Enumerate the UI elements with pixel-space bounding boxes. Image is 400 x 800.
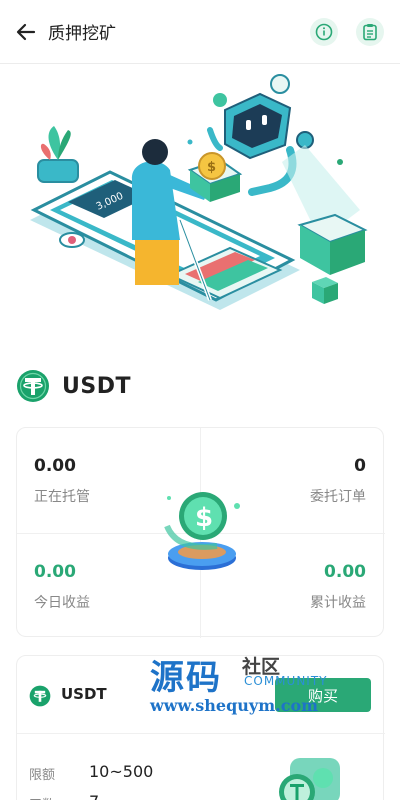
stat-total-earnings: 0.00 累计收益 [310, 562, 366, 612]
divider [17, 733, 385, 734]
top-bar: 质押挖矿 [0, 0, 400, 64]
coin-header: USDT [16, 366, 131, 406]
svg-text:$: $ [195, 503, 213, 533]
coin-illustration: $ [164, 492, 240, 570]
stats-card: 0.00 正在托管 0 委托订单 0.00 今日收益 0.00 累计收益 $ [16, 427, 385, 638]
product-name: USDT [61, 685, 107, 703]
stat-value: 0.00 [34, 456, 76, 476]
info-icon [315, 23, 333, 41]
staking-illustration: 3,000 $ [30, 74, 368, 310]
buy-button[interactable]: 购买 [275, 678, 371, 712]
coin-name: USDT [62, 373, 131, 399]
stat-label: 今日收益 [34, 595, 90, 611]
days-label: 天数 [29, 794, 55, 800]
records-button[interactable] [356, 18, 384, 46]
stat-value: 0.00 [34, 562, 76, 582]
days-value: 7 [89, 792, 99, 800]
tether-icon [29, 685, 51, 707]
stat-value: 0 [354, 456, 366, 476]
arrow-left-icon[interactable] [14, 20, 38, 44]
info-button[interactable] [310, 18, 338, 46]
stat-today-earnings: 0.00 今日收益 [34, 562, 90, 612]
stat-orders: 0 委托订单 [310, 456, 366, 506]
limit-value: 10~500 [89, 762, 154, 781]
limit-label: 限额 [29, 768, 56, 783]
clipboard-icon [363, 24, 377, 41]
page-title: 质押挖矿 [48, 24, 116, 44]
product-illustration [279, 758, 340, 800]
stat-label: 委托订单 [310, 489, 366, 505]
tether-icon [17, 370, 49, 402]
stat-label: 正在托管 [34, 489, 90, 505]
product-card: USDT 购买 限额 10~500 天数 7 [16, 655, 385, 800]
stat-label: 累计收益 [310, 595, 366, 611]
stat-value: 0.00 [324, 562, 366, 582]
stat-in-custody: 0.00 正在托管 [34, 456, 90, 506]
svg-text:$: $ [207, 160, 216, 175]
